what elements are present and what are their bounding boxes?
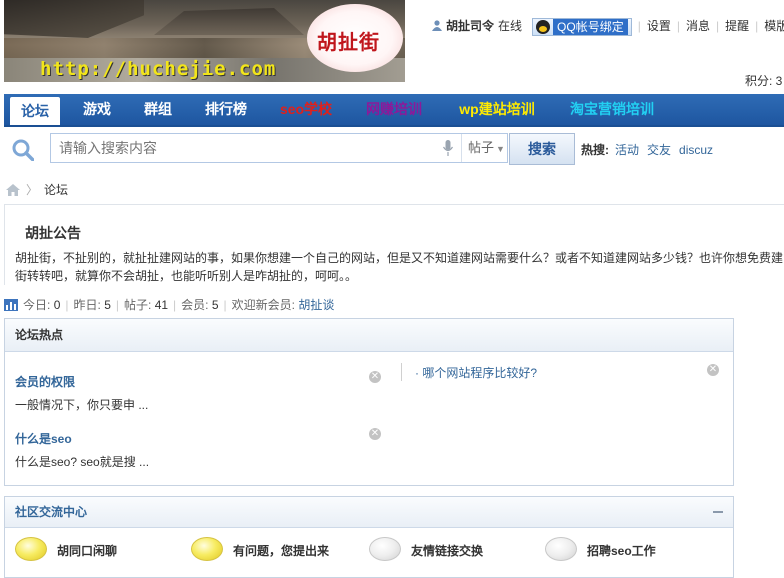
forum-status-icon xyxy=(545,537,577,561)
yesterday-count: 5 xyxy=(104,298,111,312)
hot-topic-title[interactable]: 什么是seo xyxy=(15,430,72,447)
hot-search-label: 热搜: xyxy=(581,143,609,157)
qq-bind-label: QQ帐号绑定 xyxy=(553,19,628,35)
search-type-label: 帖子 xyxy=(468,140,495,155)
stats-chart-icon xyxy=(4,299,18,311)
logo-photo-roof xyxy=(4,0,144,38)
home-icon[interactable] xyxy=(6,184,20,196)
forum-name[interactable]: 有问题，您提出来 xyxy=(233,542,329,559)
search-button[interactable]: 搜索 xyxy=(509,133,575,165)
divider: | xyxy=(755,19,759,33)
nav-item-earning-training[interactable]: 网赚培训 xyxy=(354,94,434,125)
posts-count: 41 xyxy=(154,298,169,312)
nav-item-wp-training[interactable]: wp建站培训 xyxy=(446,94,548,125)
online-status: 在线 xyxy=(498,19,523,33)
microphone-icon[interactable] xyxy=(443,140,453,156)
search-bar: 帖子▼ 搜索 热搜: 活动交友 discuz xyxy=(4,130,784,168)
username-link[interactable]: 胡扯司令 xyxy=(446,19,494,33)
nav-item-taobao-training[interactable]: 淘宝营销培训 xyxy=(560,94,664,125)
search-box: 帖子▼ xyxy=(50,133,508,163)
hot-topic-title[interactable]: 会员的权限 xyxy=(15,373,75,390)
today-count: 0 xyxy=(53,298,61,312)
announcement-title: 胡扯公告 xyxy=(25,225,81,241)
community-title[interactable]: 社区交流中心 xyxy=(5,497,733,528)
site-logo[interactable]: 胡扯街 http://huchejie.com xyxy=(4,0,405,82)
members-count: 5 xyxy=(211,298,219,312)
divider: | xyxy=(715,19,720,33)
divider: | xyxy=(65,298,69,312)
hot-topics-panel: 论坛热点 会员的权限 一般情况下，你只要申 ... ✕ 什么是seo 什么是se… xyxy=(4,318,734,486)
announcement-line-1: 胡扯街，不扯别的，就扯扯建网站的事，如果你想建一个自己的网站，但是又不知道建网站… xyxy=(15,251,784,265)
messages-link[interactable]: 消息 xyxy=(686,19,710,33)
forum-name[interactable]: 招聘seo工作 xyxy=(587,542,656,559)
breadcrumb-forum[interactable]: 论坛 xyxy=(44,183,68,197)
announcement: 胡扯公告 胡扯街，不扯别的，就扯扯建网站的事，如果你想建一个自己的网站，但是又不… xyxy=(4,204,784,285)
yesterday-label: 昨日: xyxy=(73,298,101,312)
announcement-line-2: 街转转吧，就算你不会胡扯，也能听听别人是咋胡扯的，呵呵。。 xyxy=(15,269,358,283)
welcome-label: 欢迎新会员: xyxy=(231,298,296,312)
qq-bind-button[interactable]: QQ帐号绑定 xyxy=(532,18,632,36)
hot-topic-excerpt: 什么是seo? seo就是搜 ... xyxy=(15,455,150,469)
logo-badge-text: 胡扯街 xyxy=(317,32,380,54)
user-icon xyxy=(432,20,442,31)
hot-term-link[interactable]: 交友 xyxy=(647,143,671,157)
search-icon xyxy=(12,139,34,161)
chevron-down-icon: ▼ xyxy=(496,144,505,154)
breadcrumb-separator: 〉 xyxy=(26,183,39,197)
new-member-link[interactable]: 胡扯谈 xyxy=(298,298,334,312)
main-nav: 论坛 游戏 群组 排行榜 seo学校 网赚培训 wp建站培训 淘宝营销培训 xyxy=(4,94,784,127)
forum-status-icon xyxy=(191,537,223,561)
nav-item-seo-school[interactable]: seo学校 xyxy=(268,94,344,125)
notifications-link[interactable]: 提醒 xyxy=(725,19,749,33)
breadcrumb: 〉论坛 xyxy=(6,181,68,198)
logo-photo-roof-2 xyxy=(154,8,304,35)
points-display[interactable]: 积分: 3 xyxy=(745,72,782,89)
close-icon[interactable]: ✕ xyxy=(369,428,381,440)
members-label: 会员: xyxy=(181,298,209,312)
hot-term-link[interactable]: discuz xyxy=(679,143,713,157)
posts-label: 帖子: xyxy=(124,298,152,312)
qq-icon xyxy=(536,20,551,34)
forum-stats: 今日: 0 | 昨日: 5 | 帖子: 41 | 会员: 5 | 欢迎新会员: 胡扯谈 xyxy=(4,296,334,313)
nav-item-groups[interactable]: 群组 xyxy=(132,94,184,125)
hot-search: 热搜: 活动 交友 discuz xyxy=(581,141,721,158)
announcement-text: 胡扯街，不扯别的，就扯扯建网站的事，如果你想建一个自己的网站，但是又不知道建网站… xyxy=(15,249,784,285)
settings-link[interactable]: 设置 xyxy=(647,19,671,33)
today-label: 今日: xyxy=(23,298,51,312)
user-bar: 胡扯司令 在线 QQ帐号绑定 | 设置 | 消息 | 提醒 | 模版 xyxy=(432,18,784,36)
forum-status-icon xyxy=(369,537,401,561)
forum-name[interactable]: 友情链接交换 xyxy=(411,542,483,559)
collapse-icon[interactable] xyxy=(713,511,723,513)
templates-link[interactable]: 模版 xyxy=(764,19,784,33)
forum-status-icon xyxy=(15,537,47,561)
divider: | xyxy=(637,19,641,33)
close-icon[interactable]: ✕ xyxy=(707,364,719,376)
divider: | xyxy=(676,19,680,33)
close-icon[interactable]: ✕ xyxy=(369,371,381,383)
divider: | xyxy=(115,298,119,312)
divider: | xyxy=(173,298,177,312)
logo-url-text: http://huchejie.com xyxy=(40,58,277,80)
hot-topic-side-link[interactable]: · 哪个网站程序比较好? xyxy=(415,364,537,381)
forum-name[interactable]: 胡同口闲聊 xyxy=(57,542,117,559)
logo-badge: 胡扯街 xyxy=(307,4,403,72)
hot-term-link[interactable]: 活动 xyxy=(615,143,639,157)
nav-item-forum[interactable]: 论坛 xyxy=(10,97,60,125)
hot-topics-title: 论坛热点 xyxy=(5,319,733,352)
hot-topic-excerpt: 一般情况下，你只要申 ... xyxy=(15,398,149,412)
divider: | xyxy=(223,298,227,312)
community-panel: 社区交流中心 胡同口闲聊 有问题，您提出来 友情链接交换 招聘seo工作 xyxy=(4,496,734,578)
search-input[interactable] xyxy=(51,134,439,162)
column-divider xyxy=(401,363,402,381)
nav-item-rankings[interactable]: 排行榜 xyxy=(194,94,258,125)
nav-item-games[interactable]: 游戏 xyxy=(68,94,126,125)
